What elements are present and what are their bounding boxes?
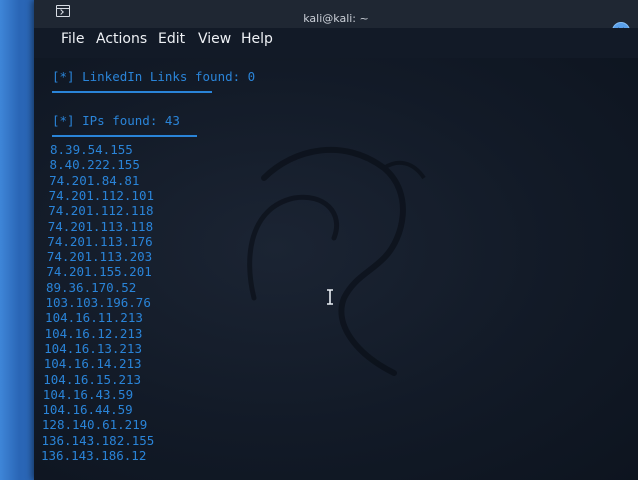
menu-view[interactable]: View [195,28,234,50]
ip-address-line: 74.201.84.81 [49,172,140,188]
linkedin-links-line: [*] LinkedIn Links found: 0 [52,69,256,84]
kali-dragon-watermark-icon [247,146,426,376]
ip-address-line: 104.16.14.213 [43,356,142,372]
linkedin-underline [52,91,212,93]
ip-address-line: 74.201.112.101 [48,187,154,203]
menu-actions[interactable]: Actions [93,28,150,50]
ip-address-line: 74.201.112.118 [48,203,154,219]
terminal-output[interactable]: [*] LinkedIn Links found: 0 [*] IPs foun… [34,58,638,480]
text-cursor-icon [327,289,333,305]
menu-edit[interactable]: Edit [155,28,188,50]
ip-address-line: 128.140.61.219 [41,417,148,433]
ip-address-line: 74.201.113.203 [46,249,153,265]
ip-address-line: 104.16.44.59 [42,402,133,418]
ip-address-line: 8.39.54.155 [50,142,133,157]
ip-address-line: 89.36.170.52 [45,279,137,295]
ip-address-line: 104.16.13.213 [44,340,142,356]
ip-address-line: 136.143.186.12 [41,448,147,463]
ips-underline [52,135,197,137]
ip-address-line: 74.201.155.201 [46,264,152,280]
title-bar: kali@kali: ~ × [34,0,638,40]
menu-help[interactable]: Help [238,28,276,50]
ip-address-line: 104.16.11.213 [45,310,143,326]
ip-address-line: 104.16.15.213 [43,371,142,387]
ip-address-line: 104.16.12.213 [44,325,143,341]
ip-address-line: 136.143.182.155 [41,432,155,448]
ip-address-line: 103.103.196.76 [45,295,151,310]
ip-address-line: 74.201.113.118 [47,218,154,234]
ips-found-line: [*] IPs found: 43 [52,113,180,128]
ip-address-line: 74.201.113.176 [47,233,153,249]
ip-address-line: 104.16.43.59 [42,386,134,402]
ip-address-line: 8.40.222.155 [49,157,140,173]
terminal-window: kali@kali: ~ × File Actions Edit View He… [34,0,638,480]
window-title: kali@kali: ~ [303,12,369,25]
menu-bar: File Actions Edit View Help [34,28,638,58]
menu-file[interactable]: File [58,28,87,50]
